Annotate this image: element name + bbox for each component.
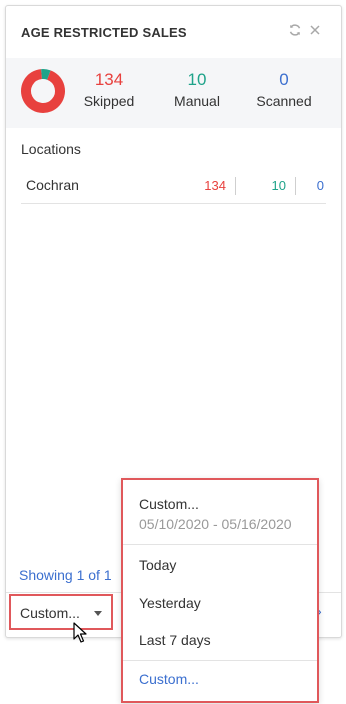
refresh-icon[interactable] <box>286 21 304 39</box>
scanned-count: 0 <box>279 70 289 89</box>
skipped-label: Skipped <box>83 93 135 109</box>
manual-label: Manual <box>174 93 220 109</box>
date-range-select[interactable]: Custom... <box>9 594 113 630</box>
scanned-label: Scanned <box>256 93 312 109</box>
menu-item-custom[interactable]: Custom... <box>139 671 199 687</box>
menu-item-custom-selected[interactable]: Custom... <box>139 496 199 512</box>
location-skipped: 134 <box>204 178 226 193</box>
widget-title: AGE RESTRICTED SALES <box>21 25 187 40</box>
close-icon[interactable] <box>306 21 324 39</box>
widget-header: AGE RESTRICTED SALES <box>6 6 341 56</box>
location-name: Cochran <box>26 177 79 193</box>
stats-summary: 134 Skipped 10 Manual 0 Scanned <box>6 58 341 128</box>
date-range-menu: Custom... 05/10/2020 - 05/16/2020 Today … <box>121 478 319 703</box>
menu-divider <box>123 660 317 661</box>
chevron-down-icon <box>94 611 102 616</box>
column-divider <box>295 177 296 195</box>
donut-slice-manual <box>41 69 51 80</box>
location-row[interactable]: Cochran 134 10 0 <box>21 172 326 204</box>
sales-donut-chart <box>21 69 65 113</box>
column-divider <box>235 177 236 195</box>
location-scanned: 0 <box>316 178 324 193</box>
pagination-status: Showing 1 of 1 <box>19 567 112 583</box>
date-range-value: Custom... <box>20 605 80 621</box>
menu-item-yesterday[interactable]: Yesterday <box>139 595 201 611</box>
mouse-pointer-icon <box>73 622 87 643</box>
menu-item-last-7-days[interactable]: Last 7 days <box>139 632 211 648</box>
stat-scanned: 0 Scanned <box>253 70 315 109</box>
menu-item-today[interactable]: Today <box>139 557 176 573</box>
donut-slice-skipped <box>21 69 65 113</box>
location-manual: 10 <box>271 178 286 193</box>
custom-date-range: 05/10/2020 - 05/16/2020 <box>139 516 292 532</box>
manual-count: 10 <box>187 70 207 89</box>
locations-heading: Locations <box>21 141 81 157</box>
stat-manual: 10 Manual <box>169 70 225 109</box>
menu-divider <box>123 544 317 545</box>
skipped-count: 134 <box>94 70 124 89</box>
stat-skipped: 134 Skipped <box>82 70 136 109</box>
